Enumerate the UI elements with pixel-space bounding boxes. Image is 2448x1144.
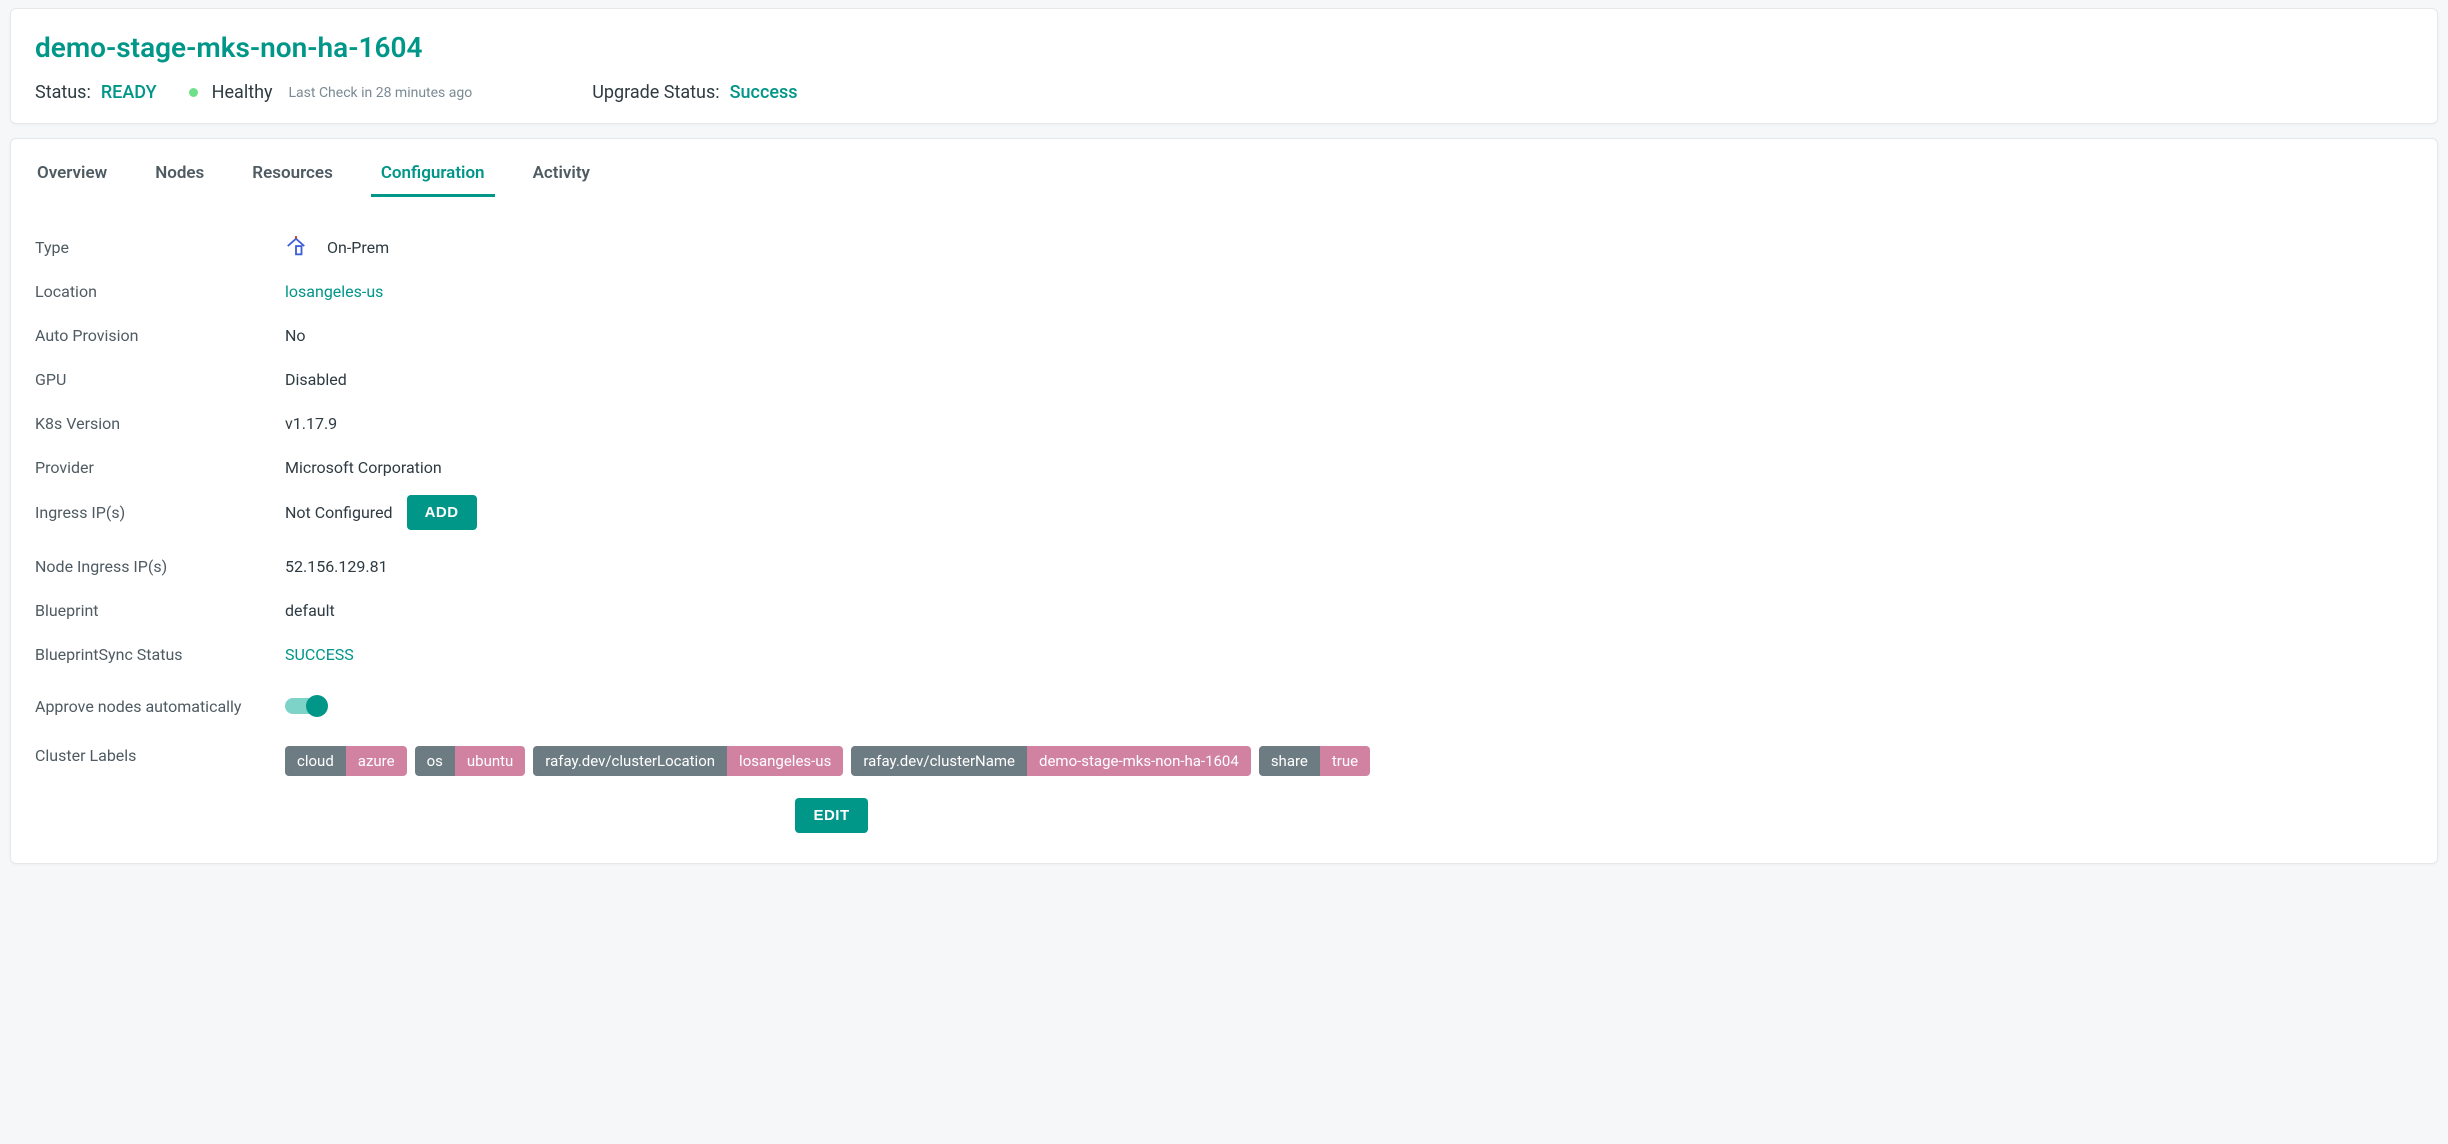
cluster-label-chip: cloudazure xyxy=(285,746,407,776)
type-value-cell: On-Prem xyxy=(285,236,389,258)
row-blueprint: Blueprint default xyxy=(35,588,2413,632)
onprem-icon xyxy=(285,236,307,258)
cluster-header: demo-stage-mks-non-ha-1604 Status: READY… xyxy=(10,8,2438,124)
chip-value: losangeles-us xyxy=(727,746,843,776)
ingress-label: Ingress IP(s) xyxy=(35,503,285,522)
chip-key: share xyxy=(1259,746,1320,776)
blueprint-label: Blueprint xyxy=(35,601,285,620)
upgrade-label: Upgrade Status: xyxy=(592,82,719,103)
blueprint-sync-value: SUCCESS xyxy=(285,645,354,664)
configuration-panel: Type On-Prem Location losangeles-us xyxy=(35,197,2413,839)
health-dot-icon xyxy=(189,88,198,97)
gpu-value: Disabled xyxy=(285,370,347,389)
status-value: READY xyxy=(101,82,157,103)
row-blueprint-sync: BlueprintSync Status SUCCESS xyxy=(35,632,2413,676)
provider-label: Provider xyxy=(35,458,285,477)
location-label: Location xyxy=(35,282,285,301)
type-label: Type xyxy=(35,238,285,257)
cluster-label-chip: sharetrue xyxy=(1259,746,1370,776)
tab-overview[interactable]: Overview xyxy=(35,157,109,197)
upgrade-group: Upgrade Status: Success xyxy=(592,82,797,103)
gpu-label: GPU xyxy=(35,370,285,389)
chip-value: true xyxy=(1320,746,1370,776)
row-auto-provision: Auto Provision No xyxy=(35,313,2413,357)
chip-value: ubuntu xyxy=(455,746,525,776)
auto-provision-value: No xyxy=(285,326,306,345)
toggle-knob-icon xyxy=(306,695,328,717)
k8s-label: K8s Version xyxy=(35,414,285,433)
node-ingress-label: Node Ingress IP(s) xyxy=(35,557,285,576)
tab-activity[interactable]: Activity xyxy=(531,157,592,197)
health-text: Healthy xyxy=(212,82,273,103)
type-value: On-Prem xyxy=(327,238,389,257)
status-group: Status: READY Healthy Last Check in 28 m… xyxy=(35,82,472,103)
upgrade-value: Success xyxy=(730,82,798,103)
add-ingress-button[interactable]: ADD xyxy=(407,495,477,530)
tab-configuration[interactable]: Configuration xyxy=(379,157,487,197)
tabs: Overview Nodes Resources Configuration A… xyxy=(35,139,2413,197)
location-value[interactable]: losangeles-us xyxy=(285,282,383,301)
cluster-label-chip: rafay.dev/clusterNamedemo-stage-mks-non-… xyxy=(851,746,1251,776)
node-ingress-value: 52.156.129.81 xyxy=(285,557,388,576)
row-type: Type On-Prem xyxy=(35,225,2413,269)
approve-toggle[interactable] xyxy=(285,698,325,714)
status-row: Status: READY Healthy Last Check in 28 m… xyxy=(35,82,2413,103)
content-card: Overview Nodes Resources Configuration A… xyxy=(10,138,2438,864)
k8s-value: v1.17.9 xyxy=(285,414,337,433)
row-ingress: Ingress IP(s) Not Configured ADD xyxy=(35,489,2413,536)
status-label: Status: xyxy=(35,82,91,103)
auto-provision-label: Auto Provision xyxy=(35,326,285,345)
row-location: Location losangeles-us xyxy=(35,269,2413,313)
ingress-value: Not Configured xyxy=(285,503,393,522)
cluster-labels-label: Cluster Labels xyxy=(35,746,285,765)
row-gpu: GPU Disabled xyxy=(35,357,2413,401)
cluster-label-chip: osubuntu xyxy=(415,746,526,776)
row-cluster-labels: Cluster Labels cloudazureosubunturafay.d… xyxy=(35,736,2413,839)
row-k8s: K8s Version v1.17.9 xyxy=(35,401,2413,445)
row-node-ingress: Node Ingress IP(s) 52.156.129.81 xyxy=(35,536,2413,588)
tab-nodes[interactable]: Nodes xyxy=(153,157,206,197)
cluster-labels-list: cloudazureosubunturafay.dev/clusterLocat… xyxy=(285,746,1378,784)
approve-label: Approve nodes automatically xyxy=(35,697,285,716)
tab-resources[interactable]: Resources xyxy=(250,157,335,197)
provider-value: Microsoft Corporation xyxy=(285,458,442,477)
chip-value: demo-stage-mks-non-ha-1604 xyxy=(1027,746,1251,776)
blueprint-sync-label: BlueprintSync Status xyxy=(35,645,285,664)
edit-labels-button[interactable]: EDIT xyxy=(795,798,867,833)
blueprint-value: default xyxy=(285,601,335,620)
cluster-title: demo-stage-mks-non-ha-1604 xyxy=(35,31,2413,64)
row-approve-nodes: Approve nodes automatically xyxy=(35,676,2413,736)
row-provider: Provider Microsoft Corporation xyxy=(35,445,2413,489)
last-check-text: Last Check in 28 minutes ago xyxy=(289,85,473,101)
chip-value: azure xyxy=(346,746,407,776)
chip-key: cloud xyxy=(285,746,346,776)
chip-key: os xyxy=(415,746,455,776)
chip-key: rafay.dev/clusterLocation xyxy=(533,746,727,776)
cluster-label-chip: rafay.dev/clusterLocationlosangeles-us xyxy=(533,746,843,776)
chip-key: rafay.dev/clusterName xyxy=(851,746,1027,776)
